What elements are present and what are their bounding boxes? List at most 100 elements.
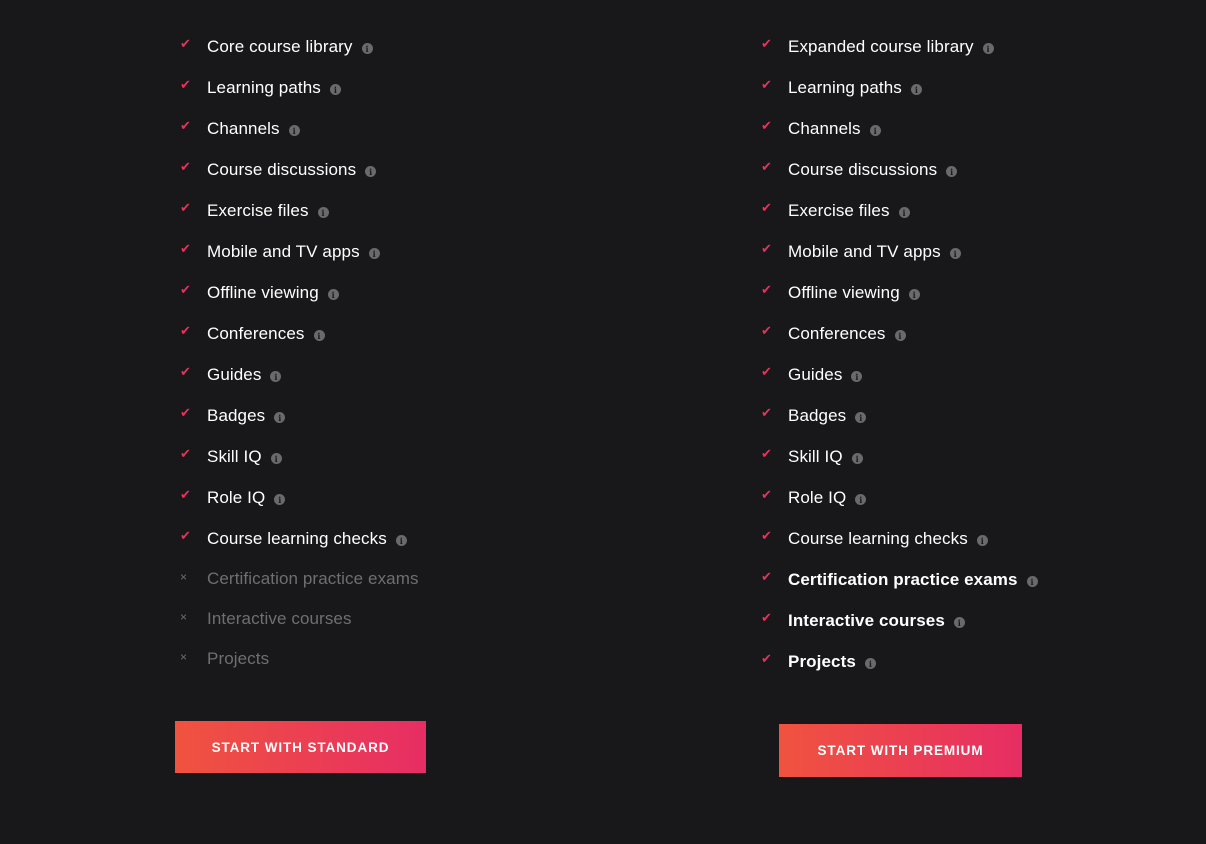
check-icon: ✔ [180, 77, 191, 92]
check-icon: ✔ [761, 36, 772, 51]
info-icon[interactable]: i [908, 289, 920, 300]
feature-label: Projects [788, 651, 856, 671]
feature-label: Channels [788, 118, 861, 138]
feature-conferences: ✔ Conferences i [180, 313, 419, 354]
info-icon[interactable]: i [855, 494, 867, 505]
info-icon[interactable]: i [368, 248, 380, 259]
check-icon: ✔ [180, 528, 191, 543]
info-icon[interactable]: i [894, 330, 906, 341]
feature-label: Core course library [207, 36, 353, 56]
info-icon[interactable]: i [898, 207, 910, 218]
feature-role-iq: ✔ Role IQ i [180, 477, 419, 518]
feature-label: Role IQ [207, 487, 266, 507]
info-icon[interactable]: i [317, 207, 329, 218]
info-icon[interactable]: i [274, 494, 286, 505]
info-icon[interactable]: i [329, 84, 341, 95]
feature-badges: ✔ Badges i [180, 395, 419, 436]
info-icon[interactable]: i [1026, 576, 1038, 587]
info-icon[interactable]: i [869, 125, 881, 136]
check-icon: ✔ [180, 405, 191, 420]
x-icon: × [180, 650, 188, 664]
info-icon[interactable]: i [270, 371, 282, 382]
feature-interactive-courses: ✔ Interactive courses i [761, 600, 1038, 641]
info-icon[interactable]: i [313, 330, 325, 341]
info-icon[interactable]: i [365, 166, 377, 177]
feature-label: Expanded course library [788, 36, 974, 56]
info-icon[interactable]: i [361, 43, 373, 54]
feature-label: Mobile and TV apps [788, 241, 941, 261]
feature-label: Role IQ [788, 487, 847, 507]
check-icon: ✔ [761, 77, 772, 92]
feature-certification-practice-exams: × Certification practice exams [180, 559, 419, 599]
feature-label: Badges [207, 405, 266, 425]
info-icon[interactable]: i [855, 412, 867, 423]
info-icon[interactable]: i [910, 84, 922, 95]
check-icon: ✔ [761, 323, 772, 338]
x-icon: × [180, 570, 188, 584]
check-icon: ✔ [180, 282, 191, 297]
check-icon: ✔ [180, 241, 191, 256]
check-icon: ✔ [761, 159, 772, 174]
feature-role-iq: ✔ Role IQ i [761, 477, 1038, 518]
pricing-comparison: ✔ Core course library i ✔ Learning paths i ✔… [0, 0, 1206, 844]
feature-label: Learning paths [207, 77, 321, 97]
feature-channels: ✔ Channels i [761, 108, 1038, 149]
feature-exercise-files: ✔ Exercise files i [180, 190, 419, 231]
feature-label: Offline viewing [788, 282, 900, 302]
check-icon: ✔ [761, 569, 772, 584]
feature-label: Course learning checks [788, 528, 968, 548]
check-icon: ✔ [180, 36, 191, 51]
feature-conferences: ✔ Conferences i [761, 313, 1038, 354]
feature-mobile-tv-apps: ✔ Mobile and TV apps i [761, 231, 1038, 272]
check-icon: ✔ [180, 323, 191, 338]
standard-feature-list: ✔ Core course library i ✔ Learning paths i ✔… [180, 26, 419, 679]
feature-label: Certification practice exams [788, 569, 1018, 589]
feature-projects: ✔ Projects i [761, 641, 1038, 682]
feature-label: Projects [207, 649, 270, 668]
feature-label: Course discussions [788, 159, 938, 179]
feature-label: Skill IQ [207, 446, 262, 466]
feature-label: Conferences [788, 323, 886, 343]
start-with-standard-button[interactable]: START WITH STANDARD [175, 721, 426, 773]
info-icon[interactable]: i [327, 289, 339, 300]
check-icon: ✔ [761, 405, 772, 420]
check-icon: ✔ [180, 118, 191, 133]
feature-offline-viewing: ✔ Offline viewing i [761, 272, 1038, 313]
check-icon: ✔ [180, 159, 191, 174]
info-icon[interactable]: i [288, 125, 300, 136]
info-icon[interactable]: i [982, 43, 994, 54]
feature-course-learning-checks: ✔ Course learning checks i [761, 518, 1038, 559]
feature-label: Guides [207, 364, 262, 384]
check-icon: ✔ [180, 200, 191, 215]
feature-projects: × Projects [180, 639, 419, 679]
check-icon: ✔ [761, 446, 772, 461]
feature-label: Guides [788, 364, 843, 384]
start-with-premium-button[interactable]: START WITH PREMIUM [779, 724, 1022, 777]
info-icon[interactable]: i [270, 453, 282, 464]
standard-plan-column: ✔ Core course library i ✔ Learning paths i ✔… [180, 26, 419, 679]
info-icon[interactable]: i [976, 535, 988, 546]
info-icon[interactable]: i [851, 453, 863, 464]
feature-label: Interactive courses [207, 609, 352, 628]
feature-label: Exercise files [207, 200, 309, 220]
check-icon: ✔ [761, 241, 772, 256]
info-icon[interactable]: i [864, 658, 876, 669]
feature-label: Course learning checks [207, 528, 387, 548]
info-icon[interactable]: i [274, 412, 286, 423]
info-icon[interactable]: i [395, 535, 407, 546]
feature-label: Certification practice exams [207, 569, 419, 588]
check-icon: ✔ [761, 487, 772, 502]
feature-certification-practice-exams: ✔ Certification practice exams i [761, 559, 1038, 600]
info-icon[interactable]: i [946, 166, 958, 177]
info-icon[interactable]: i [851, 371, 863, 382]
feature-label: Channels [207, 118, 280, 138]
feature-label: Course discussions [207, 159, 357, 179]
feature-guides: ✔ Guides i [180, 354, 419, 395]
feature-exercise-files: ✔ Exercise files i [761, 190, 1038, 231]
feature-course-discussions: ✔ Course discussions i [761, 149, 1038, 190]
info-icon[interactable]: i [949, 248, 961, 259]
feature-skill-iq: ✔ Skill IQ i [180, 436, 419, 477]
check-icon: ✔ [761, 200, 772, 215]
info-icon[interactable]: i [953, 617, 965, 628]
feature-learning-paths: ✔ Learning paths i [180, 67, 419, 108]
